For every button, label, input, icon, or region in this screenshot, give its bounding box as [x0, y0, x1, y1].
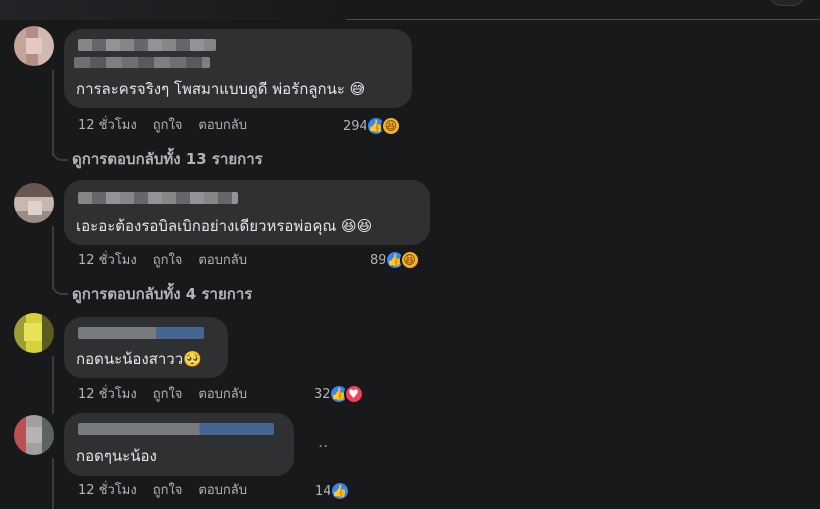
divider — [346, 19, 820, 20]
reply-button[interactable]: ตอบกลับ — [198, 118, 247, 134]
reaction-summary[interactable]: 32 👍 ♥ — [314, 383, 364, 405]
love-icon: ♥ — [343, 384, 364, 404]
comment-bubble: การละครจริงๆ โพสมาแบบดูดี พ่อรักลูกนะ 😅 — [64, 29, 412, 108]
comment-bubble: เอะอะต้องรอบิลเบิกอย่างเดียวหรอพ่อคุณ 😆😆 — [64, 180, 430, 245]
comment-bubble: กอดนะน้องสาวว🥺 — [64, 317, 228, 378]
avatar[interactable] — [14, 313, 54, 353]
comment-actions: 12 ชั่วโมง ถูกใจ ตอบกลับ — [78, 118, 247, 134]
comment-actions: 12 ชั่วโมง ถูกใจ ตอบกลับ — [78, 253, 247, 269]
reply-connector — [52, 283, 68, 295]
comment-time[interactable]: 12 ชั่วโมง — [78, 253, 137, 269]
reaction-summary[interactable]: 14 👍 — [315, 480, 350, 502]
like-icon: 👍 — [329, 481, 350, 501]
reply-button[interactable]: ตอบกลับ — [198, 483, 247, 499]
thread-line — [52, 458, 54, 509]
reaction-summary[interactable]: 294 👍 😆 — [343, 115, 401, 137]
commenter-name[interactable] — [78, 192, 238, 204]
comment-time[interactable]: 12 ชั่วโมง — [78, 483, 137, 499]
like-button[interactable]: ถูกใจ — [153, 118, 183, 134]
comment-text: เอะอะต้องรอบิลเบิกอย่างเดียวหรอพ่อคุณ 😆😆 — [76, 217, 373, 235]
comment-text: การละครจริงๆ โพสมาแบบดูดี พ่อรักลูกนะ 😅 — [76, 80, 366, 98]
comment-bubble: กอดๆนะน้อง — [64, 413, 294, 476]
reaction-count: 294 — [343, 118, 368, 134]
blurred-header — [0, 0, 346, 20]
view-replies-link[interactable]: ดูการตอบกลับทั้ง 13 รายการ — [72, 149, 263, 169]
commenter-name[interactable] — [78, 423, 274, 435]
like-button[interactable]: ถูกใจ — [153, 253, 183, 269]
reply-button[interactable]: ตอบกลับ — [198, 253, 247, 269]
like-button[interactable]: ถูกใจ — [153, 387, 183, 403]
reply-button[interactable]: ตอบกลับ — [198, 387, 247, 403]
comment-time[interactable]: 12 ชั่วโมง — [78, 387, 137, 403]
comment-text: กอดๆนะน้อง — [76, 447, 157, 465]
thread-line — [52, 70, 54, 156]
commenter-name[interactable] — [78, 327, 204, 339]
thread-line — [52, 226, 54, 290]
comment-text: กอดนะน้องสาวว🥺 — [76, 350, 202, 368]
reply-connector — [52, 149, 68, 161]
top-control[interactable] — [770, 0, 804, 6]
avatar[interactable] — [14, 183, 54, 223]
haha-icon: 😆 — [399, 250, 420, 270]
reaction-summary[interactable]: 89 👍 😆 — [370, 249, 420, 271]
avatar[interactable] — [14, 26, 54, 66]
view-replies-link[interactable]: ดูการตอบกลับทั้ง 4 รายการ — [72, 284, 252, 304]
comment-actions: 12 ชั่วโมง ถูกใจ ตอบกลับ — [78, 483, 247, 499]
commenter-name[interactable] — [78, 39, 216, 51]
comment-time[interactable]: 12 ชั่วโมง — [78, 118, 137, 134]
like-button[interactable]: ถูกใจ — [153, 483, 183, 499]
more-options-icon[interactable]: .. — [318, 434, 328, 450]
commenter-subtitle — [74, 57, 210, 68]
comment-actions: 12 ชั่วโมง ถูกใจ ตอบกลับ — [78, 387, 247, 403]
comments-panel: การละครจริงๆ โพสมาแบบดูดี พ่อรักลูกนะ 😅 … — [0, 0, 820, 509]
thread-line — [52, 356, 54, 414]
avatar[interactable] — [14, 415, 54, 455]
haha-icon: 😆 — [380, 116, 401, 136]
